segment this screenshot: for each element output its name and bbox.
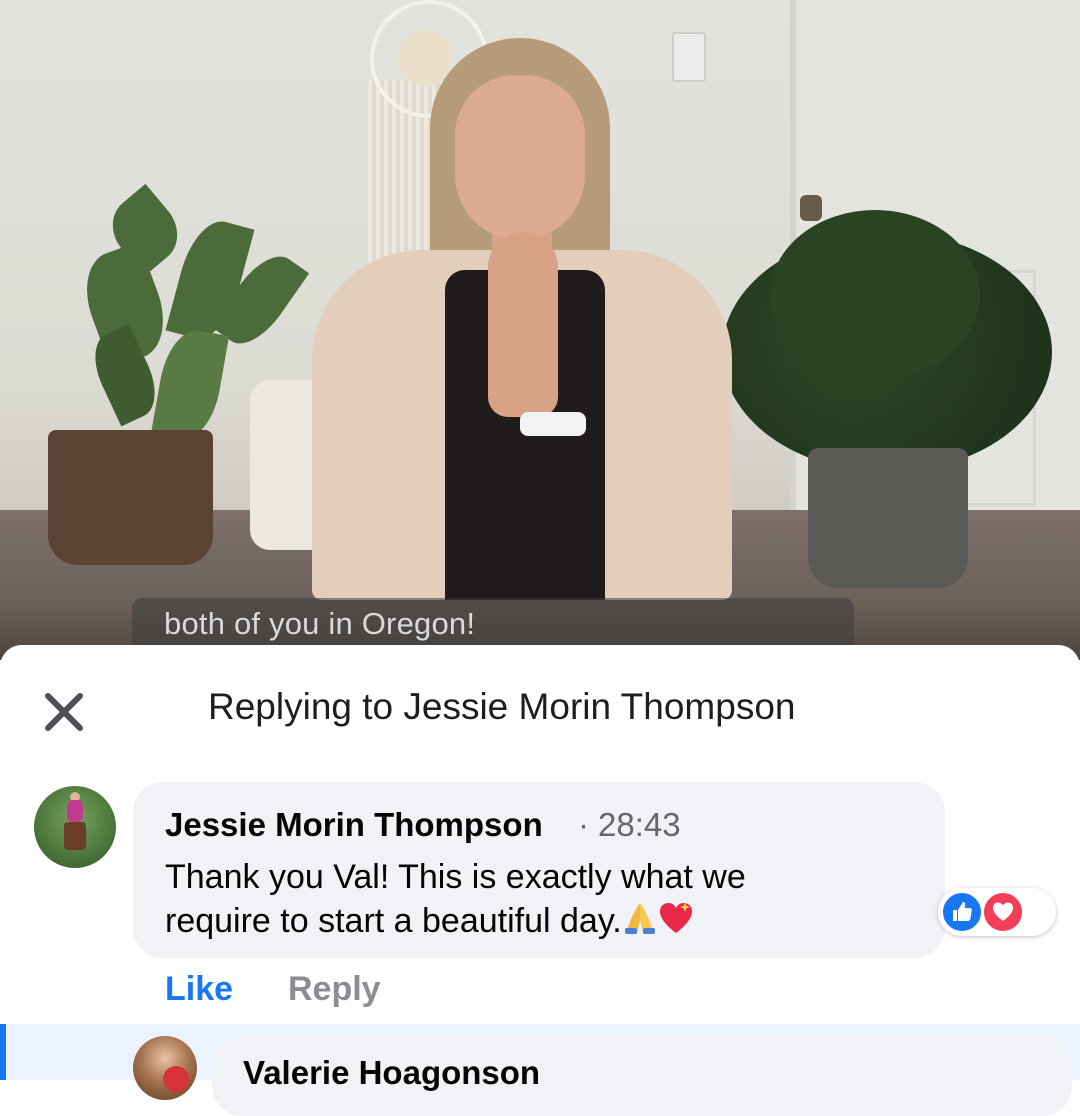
- avatar-badge: [163, 1066, 189, 1092]
- comment-text-line-2: require to start a beautiful day.: [165, 902, 622, 940]
- comment-text-line-1: Thank you Val! This is exactly what we: [165, 858, 746, 896]
- folded-hands-emoji: [624, 903, 655, 934]
- comment-author[interactable]: Jessie Morin Thompson: [165, 806, 543, 844]
- presenter-watch: [520, 412, 586, 436]
- like-button[interactable]: Like: [165, 970, 233, 1009]
- sheet-title: Replying to Jessie Morin Thompson: [208, 686, 796, 727]
- comment-author[interactable]: Valerie Hoagonson: [243, 1054, 540, 1092]
- plant-pot-left: [48, 430, 213, 565]
- plant-pot-right: [808, 448, 968, 588]
- close-button[interactable]: [38, 686, 90, 738]
- comment-text-line-2-wrap: require to start a beautiful day.: [165, 900, 694, 941]
- video-caption: both of you in Oregon!: [164, 606, 476, 641]
- like-reaction-icon: [941, 891, 983, 933]
- reply-button[interactable]: Reply: [288, 970, 381, 1009]
- live-video[interactable]: both of you in Oregon!: [0, 0, 1080, 660]
- light-switch: [672, 32, 706, 82]
- sparkling-heart-emoji: [659, 902, 692, 933]
- avatar[interactable]: [34, 786, 116, 868]
- presenter-face: [455, 75, 585, 240]
- comment-separator: ·: [578, 806, 589, 843]
- thread-indicator: [0, 1024, 6, 1080]
- plant-bush-top: [770, 210, 980, 380]
- plant-leaf: [150, 325, 230, 445]
- love-reaction-icon: [982, 891, 1024, 933]
- avatar-figure-body: [67, 800, 83, 822]
- avatar-figure-legs: [64, 822, 86, 850]
- comment-timestamp[interactable]: 28:43: [598, 806, 681, 844]
- close-icon: [45, 693, 83, 731]
- door-knob: [800, 195, 822, 221]
- presenter-hands: [488, 232, 558, 417]
- avatar[interactable]: [133, 1036, 197, 1100]
